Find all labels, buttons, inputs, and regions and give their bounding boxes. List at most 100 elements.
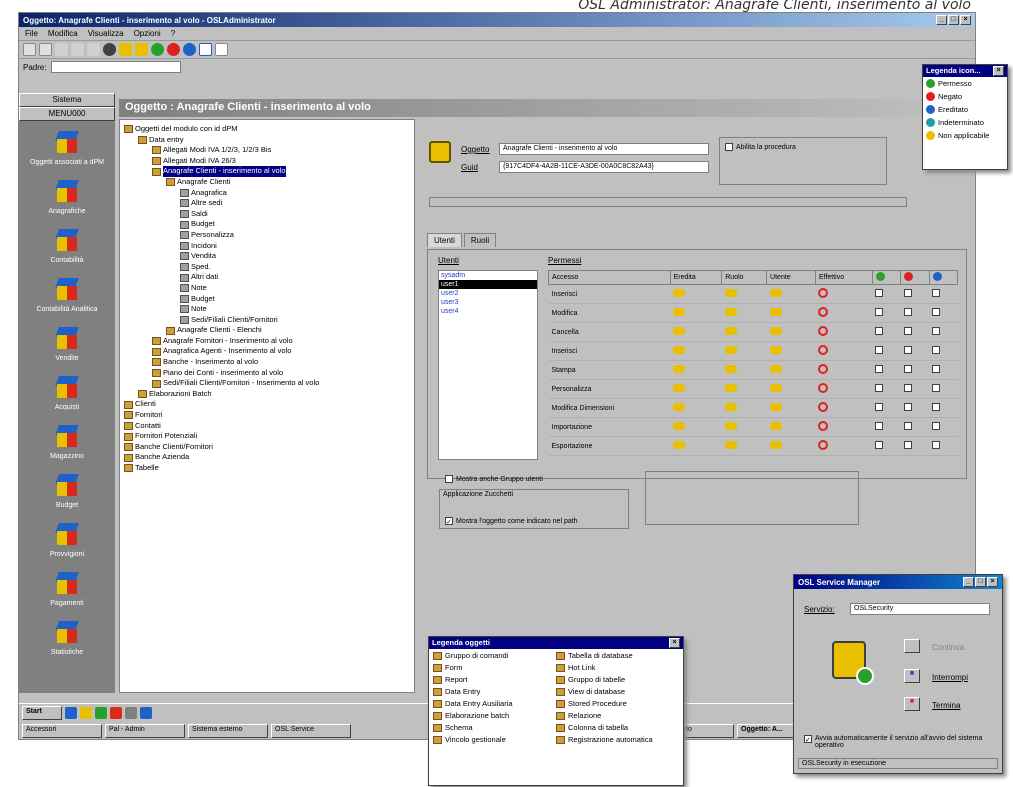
permission-checkbox[interactable]: [932, 422, 941, 430]
grid-row[interactable]: Modifica Dimensioni: [548, 398, 958, 418]
grid-icon-header[interactable]: [871, 270, 902, 285]
permission-checkbox[interactable]: [903, 422, 912, 430]
tree-node[interactable]: Tabelle: [124, 463, 410, 474]
quicklaunch-icon[interactable]: [110, 707, 122, 719]
tree-node[interactable]: Data entry: [124, 135, 410, 146]
save-icon[interactable]: [39, 43, 52, 56]
cut-icon[interactable]: [55, 43, 68, 56]
sm-close-button[interactable]: ×: [987, 577, 998, 587]
tree-node[interactable]: Anagrafe Clienti - Elenchi: [124, 325, 410, 336]
tree-node[interactable]: Vendita: [124, 251, 410, 262]
permission-checkbox[interactable]: [932, 365, 941, 373]
left-item[interactable]: Contabilità: [19, 229, 115, 264]
grid-row[interactable]: Modifica: [548, 303, 958, 323]
tree-node[interactable]: Allegati Modi IVA 26/3: [124, 156, 410, 167]
pause-button[interactable]: ■: [904, 669, 920, 683]
left-item[interactable]: Pagamenti: [19, 572, 115, 607]
grid-row[interactable]: Personalizza: [548, 379, 958, 399]
tree-node[interactable]: Piano dei Conti - inserimento al volo: [124, 368, 410, 379]
permission-checkbox[interactable]: [903, 441, 912, 449]
permit-icon[interactable]: [151, 43, 164, 56]
permission-checkbox[interactable]: [875, 327, 884, 335]
quicklaunch-icon[interactable]: [95, 707, 107, 719]
tree-node[interactable]: Sedi/Filiali Clienti/Fornitori: [124, 315, 410, 326]
permission-checkbox[interactable]: [875, 289, 884, 297]
utente-item[interactable]: user3: [439, 298, 537, 307]
grid-col-header[interactable]: Effettivo: [814, 270, 873, 285]
left-item[interactable]: Magazzino: [19, 425, 115, 460]
maximize-button[interactable]: □: [948, 15, 959, 25]
grid-col-header[interactable]: Accesso: [548, 270, 671, 285]
permission-checkbox[interactable]: [875, 422, 884, 430]
left-item[interactable]: Budget: [19, 474, 115, 509]
tree-node[interactable]: Altri dati: [124, 272, 410, 283]
tree-node[interactable]: Sedi/Filiali Clienti/Fornitori - Inserim…: [124, 378, 410, 389]
tree-node[interactable]: Banche Azienda: [124, 452, 410, 463]
mostra-gruppo-checkbox[interactable]: [445, 475, 453, 483]
stop-button[interactable]: ■: [904, 697, 920, 711]
tree-node[interactable]: Note: [124, 304, 410, 315]
left-header-menu[interactable]: MENU000: [19, 107, 115, 121]
permission-checkbox[interactable]: [932, 308, 941, 316]
task-accessori[interactable]: Accessori: [22, 724, 102, 738]
menu-visualizza[interactable]: Visualizza: [88, 29, 124, 38]
grid-row[interactable]: Cancella: [548, 322, 958, 342]
left-item[interactable]: Contabilità Analitica: [19, 278, 115, 313]
mostra-gruppo-option[interactable]: Mostra anche Gruppo utenti: [445, 475, 543, 483]
tree-node[interactable]: Sped.: [124, 262, 410, 273]
grid-icon-header[interactable]: [900, 270, 930, 285]
task-pal-admin[interactable]: Pal - Admin: [105, 724, 185, 738]
deny-icon[interactable]: [167, 43, 180, 56]
permission-checkbox[interactable]: [903, 403, 912, 411]
grid-row[interactable]: Inserisci: [548, 341, 958, 361]
menu-help[interactable]: ?: [171, 29, 175, 38]
quicklaunch-icon[interactable]: [80, 707, 92, 719]
tree-node[interactable]: Fornitori Potenziali: [124, 431, 410, 442]
tree-node[interactable]: Saldi: [124, 209, 410, 220]
utente-item[interactable]: sysadm: [439, 271, 537, 280]
permission-checkbox[interactable]: [875, 441, 884, 449]
mostra-oggetto-checkbox[interactable]: ✓: [445, 517, 453, 526]
tree-node[interactable]: Allegati Modi IVA 1/2/3, 1/2/3 Bis: [124, 145, 410, 156]
copy-icon[interactable]: [71, 43, 84, 56]
permission-checkbox[interactable]: [903, 346, 912, 354]
quicklaunch-icon[interactable]: [140, 707, 152, 719]
left-item[interactable]: Statistiche: [19, 621, 115, 656]
abilita-checkbox[interactable]: [725, 143, 733, 151]
tree-node[interactable]: Fornitori: [124, 410, 410, 421]
grid-row[interactable]: Importazione: [548, 417, 958, 437]
permission-checkbox[interactable]: [932, 346, 941, 354]
server-select[interactable]: OSLSecurity: [850, 603, 990, 615]
permission-checkbox[interactable]: [875, 346, 884, 354]
tree-node[interactable]: Contatti: [124, 421, 410, 432]
grid-row[interactable]: Esportazione: [548, 436, 958, 456]
tree-node[interactable]: Anagrafe Clienti - inserimento al volo: [124, 166, 410, 177]
tree-node[interactable]: Budget: [124, 219, 410, 230]
sm-minimize-button[interactable]: _: [963, 577, 974, 587]
menu-modifica[interactable]: Modifica: [48, 29, 78, 38]
sm-maximize-button[interactable]: □: [975, 577, 986, 587]
tree-node[interactable]: Elaborazioni Batch: [124, 389, 410, 400]
permission-checkbox[interactable]: [932, 384, 941, 392]
left-item[interactable]: Acquisti: [19, 376, 115, 411]
grid-col-header[interactable]: Eredita: [669, 270, 723, 285]
oggetto-field[interactable]: Anagrafe Clienti - inserimento al volo: [499, 143, 709, 155]
tree-node[interactable]: Anagrafica Agenti - Inserimento al volo: [124, 346, 410, 357]
utente-item[interactable]: user1: [439, 280, 537, 289]
grid-row[interactable]: Inserisci: [548, 284, 958, 304]
utente-item[interactable]: user2: [439, 289, 537, 298]
task-osl-service[interactable]: OSL Service: [271, 724, 351, 738]
grid-col-header[interactable]: Ruolo: [721, 270, 768, 285]
path-combo[interactable]: [50, 61, 181, 73]
legend-icons-close-button[interactable]: ×: [993, 66, 1004, 76]
close-button[interactable]: ×: [960, 15, 971, 25]
object-tree[interactable]: Oggetti del modulo con id dPM Data entry A…: [119, 119, 415, 693]
autostart-option[interactable]: ✓ Avvia automaticamente il servizio all'a…: [804, 735, 994, 749]
paste-icon[interactable]: [87, 43, 100, 56]
left-item[interactable]: Vendite: [19, 327, 115, 362]
start-button[interactable]: Start: [22, 706, 62, 720]
permission-checkbox[interactable]: [903, 327, 912, 335]
binoculars-icon[interactable]: [103, 43, 116, 56]
tree-node[interactable]: Clienti: [124, 399, 410, 410]
grid-row[interactable]: Stampa: [548, 360, 958, 380]
